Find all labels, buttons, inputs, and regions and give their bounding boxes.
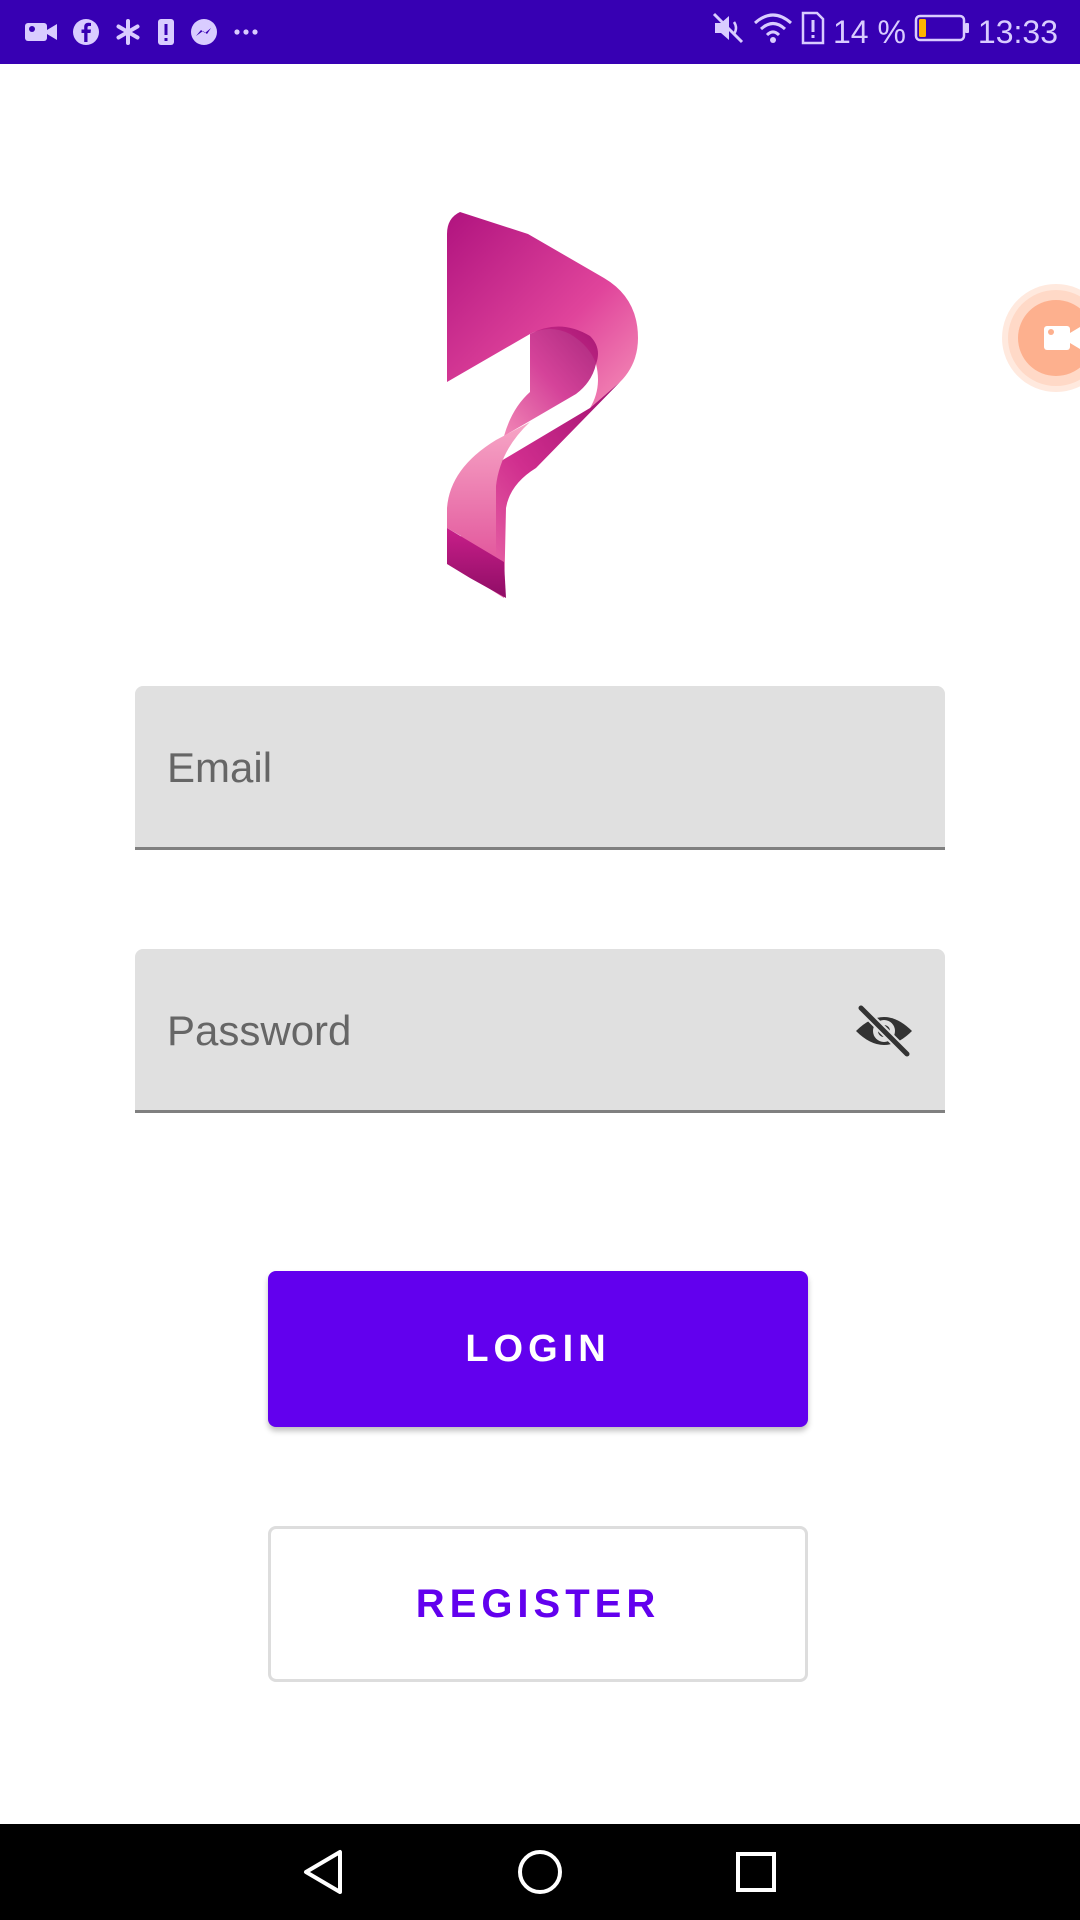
alert-icon [156, 18, 176, 46]
app-logo [300, 168, 784, 628]
recents-square-icon[interactable] [728, 1844, 784, 1900]
clock: 13:33 [977, 14, 1058, 50]
home-circle-icon[interactable] [512, 1844, 568, 1900]
asterisk-icon [114, 18, 142, 46]
register-button[interactable]: REGISTER [268, 1526, 808, 1682]
messenger-icon [190, 18, 218, 46]
video-camera-icon [1018, 300, 1080, 376]
screen-recorder-bubble[interactable] [1008, 290, 1080, 386]
email-placeholder: Email [167, 744, 273, 791]
notification-icons [24, 14, 260, 50]
eye-off-icon[interactable] [853, 1003, 915, 1059]
p-ribbon-logo [447, 212, 638, 598]
back-triangle-icon[interactable] [296, 1844, 352, 1900]
more-dots-icon [232, 18, 260, 46]
battery-percent: 14 % [832, 14, 906, 50]
video-camera-icon [24, 19, 58, 45]
navigation-bar [0, 1824, 1080, 1920]
facebook-icon [72, 18, 100, 46]
password-placeholder: Password [167, 1007, 352, 1054]
sim-alert-icon [801, 11, 825, 53]
login-button[interactable]: LOGIN [268, 1271, 808, 1427]
mute-icon [711, 11, 745, 53]
status-bar: 14 % 13:33 [0, 0, 1080, 64]
system-status: 14 % 13:33 [711, 11, 1058, 53]
email-field[interactable]: Email [135, 686, 945, 850]
battery-icon [914, 13, 970, 51]
wifi-icon [753, 11, 793, 53]
password-field[interactable]: Password [135, 949, 945, 1113]
login-screen: 14 % 13:33 Email Password LOGIN REGISTER [0, 0, 1080, 1920]
